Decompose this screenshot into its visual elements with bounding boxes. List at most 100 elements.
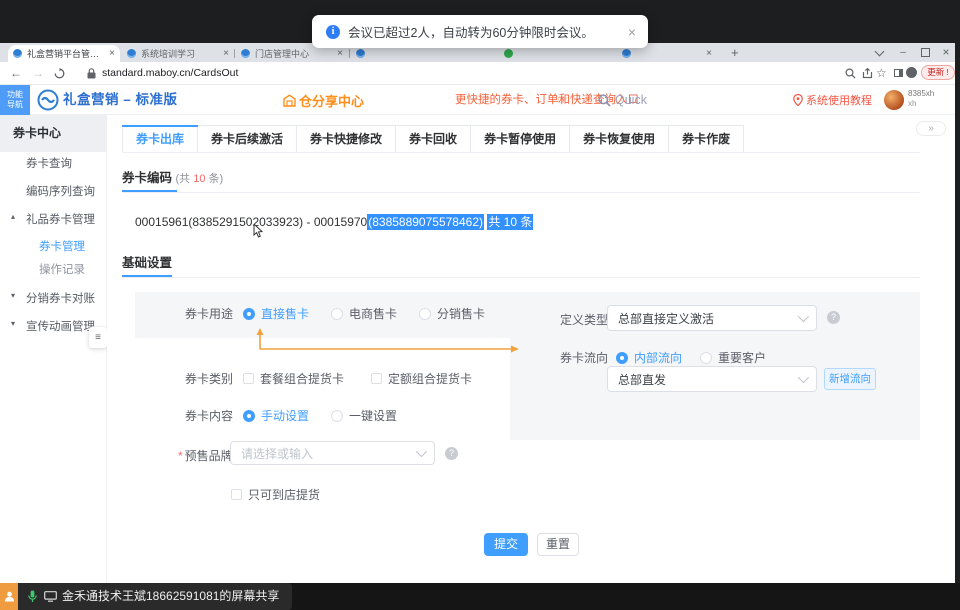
person-icon [4, 591, 15, 602]
sidebar-group-distribution-reconciliation[interactable]: 分销券卡对账 [26, 290, 95, 306]
zoom-icon[interactable] [845, 68, 856, 79]
tab-card-recycle[interactable]: 券卡回收 [396, 126, 471, 153]
option-direct-sale[interactable]: 直接售卡 [261, 305, 309, 322]
function-nav-toggle[interactable]: 功能 导航 [0, 85, 30, 115]
lock-icon[interactable] [87, 68, 96, 79]
window-minimize-button[interactable]: – [896, 43, 910, 62]
browser-tab-2[interactable]: 系统培训学习 × [122, 45, 234, 62]
tab-card-quick-modify[interactable]: 券卡快捷修改 [297, 126, 396, 153]
microphone-icon[interactable] [28, 590, 37, 603]
flow-value: 总部直发 [618, 371, 798, 388]
toast-close-icon[interactable]: × [628, 24, 636, 40]
option-package-combo-card[interactable]: 套餐组合提货卡 [260, 370, 344, 387]
sidebar: 券卡中心 券卡查询 编码序列查询 ▴ 礼品券卡管理 券卡管理 操作记录 ▾ 分销… [0, 115, 107, 583]
tab-card-resume[interactable]: 券卡恢复使用 [570, 126, 669, 153]
radio-manual-setup[interactable] [243, 410, 255, 422]
user-avatar[interactable] [884, 90, 904, 110]
reset-button[interactable]: 重置 [537, 533, 579, 556]
search-icon [598, 94, 611, 107]
brand-label: 预售品牌 [185, 447, 233, 464]
usage-label: 券卡用途 [185, 305, 233, 322]
app-title: 礼盒营销 – 标准版 [63, 85, 178, 115]
sidebar-item-card-management[interactable]: 券卡管理 [39, 238, 85, 254]
checkbox-fixed-combo-card[interactable] [371, 373, 382, 384]
reload-icon[interactable] [54, 68, 65, 79]
option-fixed-combo-card[interactable]: 定额组合提货卡 [388, 370, 472, 387]
tab-search-icon[interactable] [872, 43, 886, 62]
tab-close-icon[interactable]: × [223, 49, 229, 59]
screen-share-icon[interactable] [44, 591, 57, 602]
tab-title: 门店管理中心 [255, 47, 333, 60]
flow-select[interactable]: 总部直发 [607, 366, 817, 392]
help-icon[interactable]: ? [827, 311, 840, 324]
option-internal-flow[interactable]: 内部流向 [634, 349, 682, 366]
tab-separator [234, 49, 235, 58]
add-flow-button[interactable]: 新增流向 [824, 368, 876, 390]
location-pin-icon [793, 94, 803, 106]
profile-icon[interactable] [906, 62, 917, 83]
system-tutorial-link[interactable]: 系统使用教程 [793, 85, 872, 115]
quick-search-button[interactable]: Quick [598, 85, 647, 115]
browser-address-bar: ← → standard.maboy.cn/CardsOut ☆ [0, 62, 955, 85]
brand-placeholder: 请选择或输入 [241, 445, 416, 462]
sidebar-group-promo-animation[interactable]: 宣传动画管理 [26, 318, 95, 334]
user-suffix: xh [908, 99, 934, 109]
option-one-click-setup[interactable]: 一键设置 [349, 407, 397, 424]
tab-close-icon[interactable]: × [706, 49, 712, 59]
sidebar-collapse-handle[interactable]: ≡ [89, 327, 107, 348]
radio-internal-flow[interactable] [616, 352, 628, 364]
back-icon[interactable]: ← [10, 62, 22, 84]
sidebar-item-code-sequence-query[interactable]: 编码序列查询 [26, 183, 95, 199]
tab-close-icon[interactable]: × [337, 49, 343, 59]
bookmark-star-icon[interactable]: ☆ [876, 62, 887, 84]
card-code-range[interactable]: 00015961(8385291502033923) - 00015970(83… [135, 213, 533, 230]
new-tab-button[interactable]: + [731, 43, 739, 62]
card-usage-row: 券卡用途 直接售卡 电商售卡 分销售卡 [185, 305, 485, 322]
radio-one-click-setup[interactable] [331, 410, 343, 422]
window-maximize-button[interactable] [918, 43, 932, 62]
sidebar-group-gift-card-management[interactable]: 礼品券卡管理 [26, 211, 95, 227]
basic-settings-title: 基础设置 [122, 252, 172, 271]
participant-badge[interactable] [0, 583, 18, 610]
radio-distribution-sale[interactable] [419, 308, 431, 320]
tab-card-outbound[interactable]: 券卡出库 [122, 126, 198, 153]
browser-tab-1[interactable]: 礼盒营销平台管理中心 × [8, 45, 120, 62]
share-icon[interactable] [862, 68, 873, 79]
checkbox-package-combo-card[interactable] [243, 373, 254, 384]
sidebar-item-card-query[interactable]: 券卡查询 [26, 155, 72, 171]
define-type-select[interactable]: 总部直接定义激活 [607, 305, 817, 331]
warehouse-share-center-link[interactable]: 仓分享中心 [283, 85, 364, 115]
url-text[interactable]: standard.maboy.cn/CardsOut [102, 62, 238, 84]
side-panel-icon[interactable] [894, 62, 903, 82]
submit-button[interactable]: 提交 [484, 533, 528, 556]
define-type-row: 定义类型 [560, 311, 608, 328]
help-icon[interactable]: ? [445, 447, 458, 460]
forward-icon[interactable]: → [32, 62, 44, 84]
update-button[interactable]: 更新 ! [921, 65, 955, 80]
panel-expand-button[interactable]: » [916, 121, 946, 136]
sidebar-item-operation-log[interactable]: 操作记录 [39, 261, 85, 277]
radio-ecommerce-sale[interactable] [331, 308, 343, 320]
meeting-toast: i 会议已超过2人，自动转为60分钟限时会议。 × [312, 15, 648, 48]
option-distribution-sale[interactable]: 分销售卡 [437, 305, 485, 322]
radio-direct-sale[interactable] [243, 308, 255, 320]
divider [122, 152, 920, 153]
tab-card-void[interactable]: 券卡作废 [669, 126, 744, 153]
option-ecommerce-sale[interactable]: 电商售卡 [349, 305, 397, 322]
option-important-customer[interactable]: 重要客户 [718, 349, 766, 366]
presale-brand-select[interactable]: 请选择或输入 [230, 441, 435, 465]
chevron-down-icon [798, 372, 809, 383]
tab-card-suspend[interactable]: 券卡暂停使用 [471, 126, 570, 153]
window-close-button[interactable]: × [939, 43, 953, 62]
annotation-arrow [253, 327, 521, 353]
divider [122, 192, 920, 193]
option-manual-setup[interactable]: 手动设置 [261, 407, 309, 424]
option-store-pickup-only[interactable]: 只可到店提货 [248, 486, 320, 503]
define-type-value: 总部直接定义激活 [618, 310, 798, 327]
app-logo [37, 89, 59, 111]
triangle-up-icon: ▴ [11, 212, 15, 221]
checkbox-store-pickup-only[interactable] [231, 489, 242, 500]
tab-close-icon[interactable]: × [109, 49, 115, 59]
radio-important-customer[interactable] [700, 352, 712, 364]
tab-card-followup-activation[interactable]: 券卡后续激活 [198, 126, 297, 153]
